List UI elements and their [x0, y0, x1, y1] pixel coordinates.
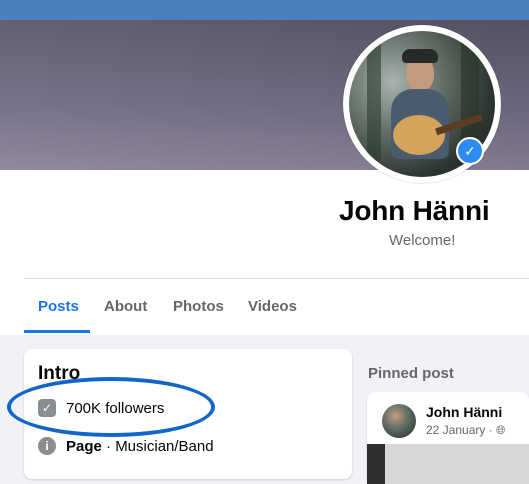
tab-about[interactable]: About: [104, 298, 147, 315]
post-date-text: 22 January ·: [426, 423, 497, 437]
top-bar: [0, 0, 529, 20]
post-media[interactable]: [367, 444, 529, 484]
tab-videos[interactable]: Videos: [248, 298, 297, 315]
verified-check-icon: ✓: [456, 137, 484, 165]
active-tab-indicator: [24, 330, 90, 333]
profile-tagline: Welcome!: [389, 232, 456, 249]
profile-tabs: Posts About Photos Videos: [24, 288, 529, 332]
page-label: Page: [66, 437, 102, 455]
pinned-post-label: Pinned post: [368, 365, 454, 382]
profile-name: John Hänni: [339, 195, 490, 226]
header-divider: [24, 278, 529, 279]
page-category-row: i Page · Musician/Band: [38, 435, 214, 457]
info-icon: i: [38, 437, 56, 455]
followers-highlight-ellipse: [7, 377, 215, 437]
globe-icon: 🌐︎: [496, 423, 506, 437]
post-author-name[interactable]: John Hänni: [426, 404, 502, 420]
post-author-avatar[interactable]: [382, 404, 416, 438]
post-date: 22 January · 🌐︎: [426, 423, 506, 438]
tab-photos[interactable]: Photos: [173, 298, 224, 315]
tab-posts[interactable]: Posts: [38, 298, 79, 315]
page-category: · Musician/Band: [101, 437, 214, 455]
